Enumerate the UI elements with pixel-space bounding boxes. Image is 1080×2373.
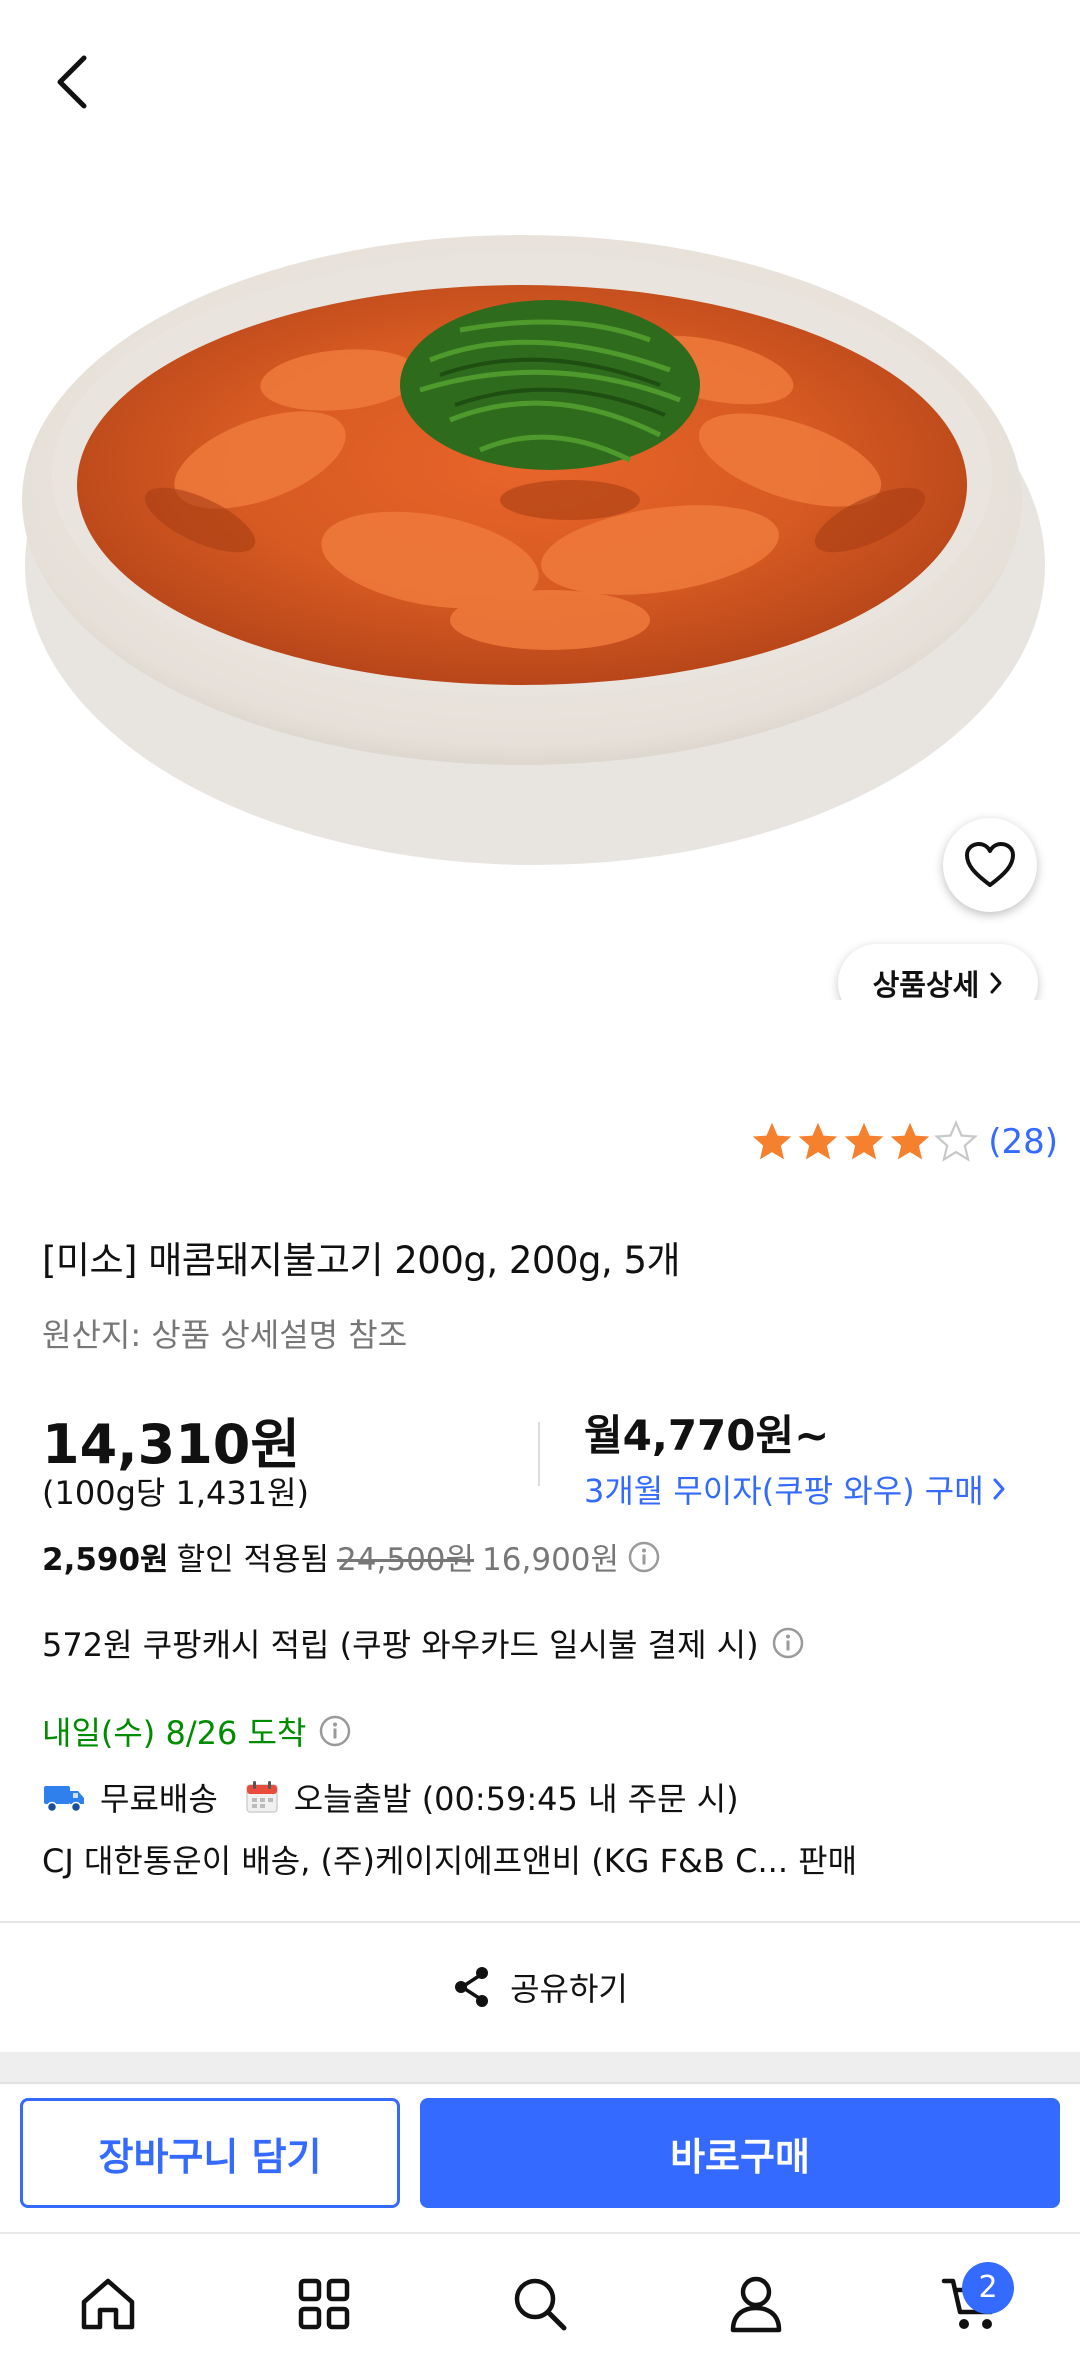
- free-shipping-label: 무료배송: [100, 1780, 218, 1818]
- section-gap: [0, 2052, 1080, 2082]
- calendar-icon: [246, 1781, 278, 1813]
- unit-price: (100g당 1,431원): [42, 1474, 310, 1512]
- cash-reward-text: 572원 쿠팡캐시 적립 (쿠팡 와우카드 일시불 결제 시): [42, 1626, 759, 1664]
- chevron-left-icon: [57, 55, 87, 109]
- grid-icon: [298, 2278, 350, 2329]
- nav-categories[interactable]: [274, 2254, 374, 2354]
- purchase-action-bar: 장바구니 담기 바로구매: [0, 2082, 1080, 2232]
- star-filled-icon: [752, 1122, 792, 1160]
- discount-label: 할인 적용됨: [176, 1542, 330, 1578]
- star-filled-icon: [798, 1122, 838, 1160]
- wishlist-button[interactable]: [943, 818, 1037, 912]
- info-icon[interactable]: [627, 1540, 661, 1574]
- arrival-date: 내일(수) 8/26 도착: [42, 1708, 352, 1754]
- star-filled-icon: [844, 1122, 884, 1160]
- shipping-row: 무료배송 오늘출발 (00:59:45 내 주문 시): [42, 1774, 739, 1820]
- add-to-cart-button[interactable]: 장바구니 담기: [20, 2098, 400, 2208]
- discount-amount: 2,590원: [42, 1542, 169, 1578]
- share-label: 공유하기: [510, 1970, 628, 2008]
- discount-row: 2,590원 할인 적용됨 24,500원 16,900원: [42, 1534, 661, 1579]
- product-image: [22, 235, 1045, 865]
- chevron-right-icon: [993, 1478, 1005, 1500]
- seller-info[interactable]: CJ 대한통운이 배송, (주)케이지에프앤비 (KG F&B C... 판매: [42, 1836, 857, 1882]
- heart-icon: [965, 842, 1015, 887]
- star-empty-icon: [934, 1120, 979, 1162]
- installment-link-label: 3개월 무이자(쿠팡 와우) 구매: [584, 1472, 984, 1510]
- coupon-price: 16,900원: [482, 1542, 620, 1578]
- info-icon[interactable]: [318, 1714, 352, 1748]
- nav-my-account[interactable]: [706, 2254, 806, 2354]
- home-icon: [81, 2278, 135, 2329]
- product-detail-label: 상품상세: [872, 968, 980, 1000]
- nav-cart[interactable]: 2: [922, 2254, 1022, 2354]
- share-button[interactable]: 공유하기: [0, 1922, 1080, 2052]
- rating-summary[interactable]: (28): [750, 1120, 1058, 1164]
- nav-home[interactable]: [58, 2254, 158, 2354]
- cart-count-badge: 2: [962, 2261, 1014, 2314]
- star-filled-icon: [890, 1122, 930, 1160]
- cash-reward-row: 572원 쿠팡캐시 적립 (쿠팡 와우카드 일시불 결제 시): [42, 1620, 805, 1666]
- monthly-installment: 월4,770원~: [584, 1411, 830, 1460]
- share-icon: [455, 1967, 489, 2007]
- product-origin: 원산지: 상품 상세설명 참조: [42, 1316, 408, 1354]
- back-button[interactable]: [40, 50, 104, 114]
- user-icon: [730, 2276, 782, 2332]
- chevron-right-icon: [990, 972, 1002, 994]
- info-icon[interactable]: [771, 1626, 805, 1660]
- nav-search[interactable]: [490, 2254, 590, 2354]
- original-price: 24,500원: [337, 1542, 475, 1578]
- same-day-dispatch: 오늘출발 (00:59:45 내 주문 시): [293, 1780, 739, 1818]
- search-icon: [514, 2278, 567, 2330]
- installment-link[interactable]: 3개월 무이자(쿠팡 와우) 구매: [584, 1466, 1006, 1512]
- bottom-navigation: 2: [0, 2232, 1080, 2373]
- price-divider: [538, 1422, 540, 1486]
- product-image-carousel[interactable]: 상품상세: [0, 0, 1080, 1000]
- arrival-date-text: 내일(수) 8/26 도착: [42, 1714, 307, 1752]
- delivery-truck-icon: [44, 1786, 84, 1813]
- review-count[interactable]: (28): [988, 1122, 1058, 1162]
- product-detail-button[interactable]: 상품상세: [838, 944, 1038, 1000]
- buy-now-button[interactable]: 바로구매: [420, 2098, 1060, 2208]
- product-title: [미소] 매콤돼지불고기 200g, 200g, 5개: [42, 1239, 681, 1282]
